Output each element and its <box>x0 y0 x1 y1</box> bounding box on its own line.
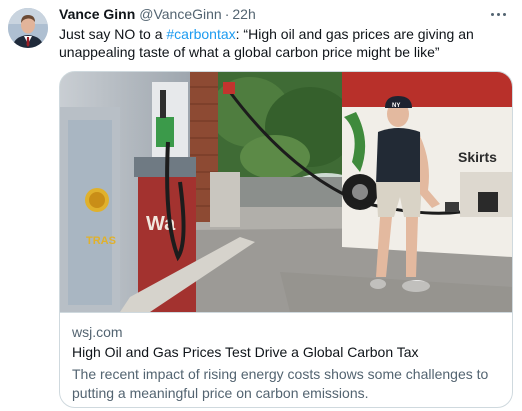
tweet[interactable]: Vance Ginn @VanceGinn · 22h Just say NO … <box>0 0 522 411</box>
tweet-timestamp[interactable]: 22h <box>232 6 255 22</box>
separator-dot: · <box>224 6 230 22</box>
truck-brand-text: Skirts <box>458 149 497 165</box>
card-description: The recent impact of rising energy costs… <box>72 366 489 401</box>
more-horizontal-icon <box>490 12 494 16</box>
tweet-header: Vance Ginn @VanceGinn · 22h <box>59 6 256 24</box>
more-options-button[interactable] <box>488 6 508 22</box>
gas-station-photo: TRAS Wa Skirts NY <box>60 72 512 312</box>
card-headline[interactable]: High Oil and Gas Prices Test Drive a Glo… <box>72 343 500 362</box>
tweet-text: Just say NO to a #carbontax: “High oil a… <box>59 26 474 60</box>
card-domain: wsj.com <box>72 324 123 340</box>
hat-logo-text: NY <box>392 103 400 109</box>
card-text: wsj.com High Oil and Gas Prices Test Dri… <box>60 312 512 403</box>
author-avatar[interactable] <box>8 8 48 48</box>
pump-brand-text: TRAS <box>86 235 116 247</box>
hashtag-link[interactable]: #carbontax <box>166 26 235 42</box>
avatar-portrait <box>8 8 48 48</box>
link-preview-card[interactable]: TRAS Wa Skirts NY wsj.com High Oil and G… <box>59 71 513 408</box>
author-handle[interactable]: @VanceGinn <box>139 6 221 22</box>
author-name[interactable]: Vance Ginn <box>59 6 135 22</box>
card-image[interactable]: TRAS Wa Skirts NY <box>60 72 512 312</box>
